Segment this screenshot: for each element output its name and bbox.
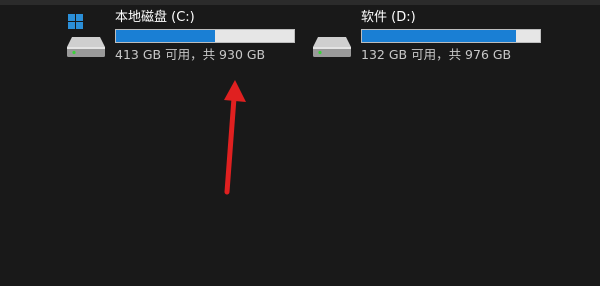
drive-item-c[interactable]: 本地磁盘 (C:) 413 GB 可用，共 930 GB <box>64 9 300 69</box>
drive-item-d[interactable]: 软件 (D:) 132 GB 可用，共 976 GB <box>310 9 546 69</box>
hard-drive-icon <box>313 37 351 57</box>
drive-space-text: 413 GB 可用，共 930 GB <box>115 47 266 62</box>
drive-name: 本地磁盘 (C:) <box>115 10 195 25</box>
annotation-arrow-icon <box>224 80 246 195</box>
drive-name: 软件 (D:) <box>361 10 416 25</box>
drive-space-text: 132 GB 可用，共 976 GB <box>361 47 512 62</box>
usage-bar-fill <box>362 30 516 42</box>
window-top-edge <box>0 0 600 5</box>
windows-logo-icon <box>68 14 83 29</box>
usage-bar <box>361 29 541 43</box>
usage-bar <box>115 29 295 43</box>
hard-drive-icon <box>67 37 105 57</box>
usage-bar-fill <box>116 30 215 42</box>
